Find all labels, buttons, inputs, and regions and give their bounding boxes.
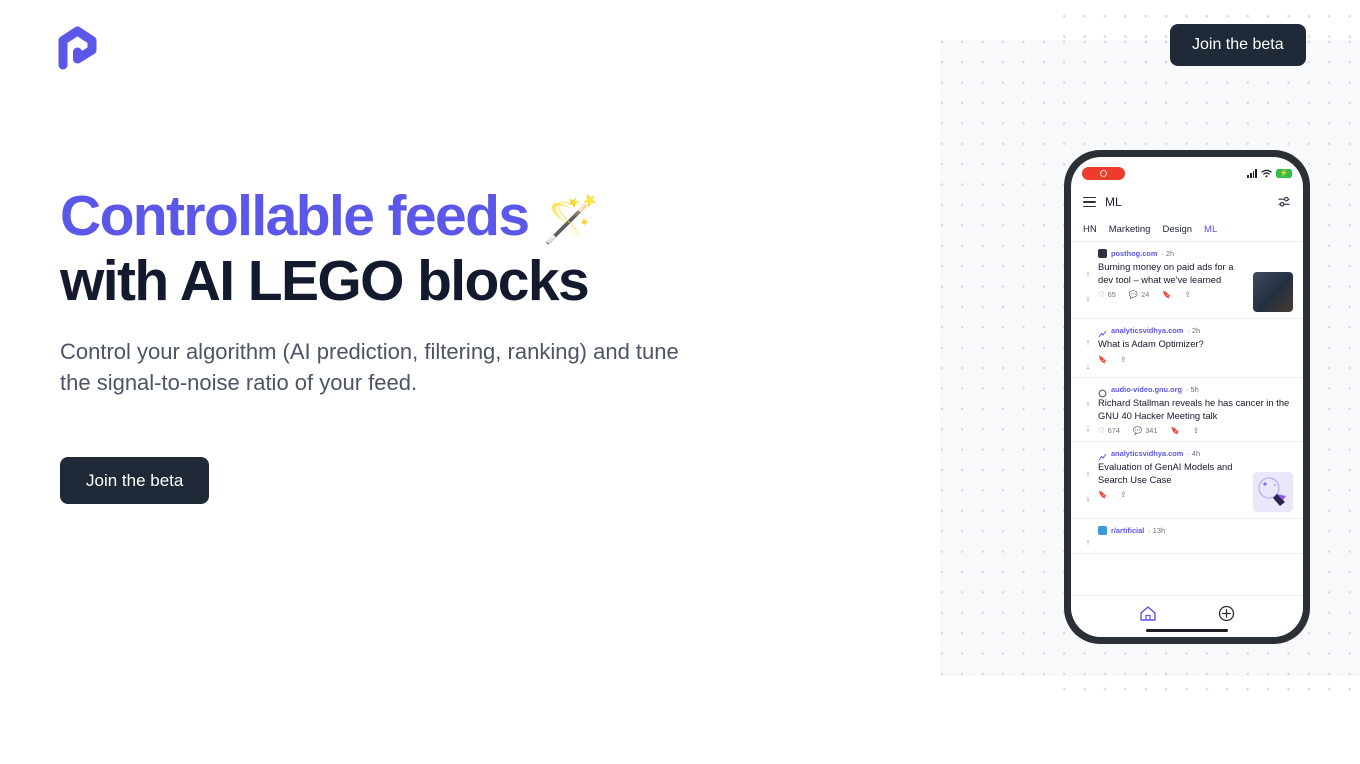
status-icons: ⚡ bbox=[1247, 169, 1292, 178]
bookmark-icon[interactable]: 🔖 bbox=[1162, 290, 1171, 299]
share-icon[interactable]: ⇪ bbox=[1193, 426, 1199, 435]
post-source: analyticsvidhya.com bbox=[1111, 449, 1184, 458]
post-actions: ♡ 65 💬 24 🔖 ⇪ bbox=[1098, 290, 1247, 299]
phone-status-bar: ⚡ bbox=[1071, 157, 1303, 185]
bookmark-icon[interactable]: 🔖 bbox=[1098, 490, 1107, 499]
battery-charging-icon: ⚡ bbox=[1276, 169, 1292, 178]
favicon-icon bbox=[1098, 526, 1107, 535]
brand-logo[interactable] bbox=[56, 22, 100, 72]
post-source: analyticsvidhya.com bbox=[1111, 326, 1184, 335]
upvote-icon[interactable]: ↑ bbox=[1086, 399, 1091, 409]
phone-mockup: ⚡ ML HN Marketing Design ML ↑ ↓ posthog.… bbox=[1064, 150, 1310, 644]
post-thumbnail bbox=[1253, 472, 1293, 512]
post-thumbnail bbox=[1253, 272, 1293, 312]
share-icon[interactable]: ⇪ bbox=[1120, 355, 1126, 364]
upvote-icon[interactable]: ↑ bbox=[1086, 269, 1091, 279]
post-actions: ♡ 674 💬 341 🔖 ⇪ bbox=[1098, 426, 1293, 435]
tab-design[interactable]: Design bbox=[1162, 224, 1192, 235]
landing-page: Join the beta Controllable feeds 🪄 with … bbox=[0, 0, 1360, 764]
post-time: · 13h bbox=[1148, 526, 1166, 535]
vote-controls[interactable]: ↑ ↓ bbox=[1081, 249, 1095, 312]
share-icon[interactable]: ⇪ bbox=[1120, 490, 1126, 499]
headline-line-1: Controllable feeds 🪄 bbox=[60, 185, 700, 250]
magic-wand-icon: 🪄 bbox=[542, 193, 600, 245]
home-indicator bbox=[1146, 628, 1228, 632]
upvote-icon[interactable]: ↑ bbox=[1086, 537, 1091, 547]
favicon-icon bbox=[1098, 449, 1107, 461]
like-action[interactable]: ♡ 674 bbox=[1098, 426, 1120, 435]
post-title[interactable]: Evaluation of GenAI Models and Search Us… bbox=[1098, 461, 1247, 486]
app-title: ML bbox=[1105, 195, 1122, 209]
favicon-icon bbox=[1098, 249, 1107, 258]
post-time: · 4h bbox=[1187, 449, 1201, 458]
page-title: Controllable feeds 🪄 with AI LEGO blocks bbox=[60, 185, 700, 312]
headline-line-1-text: Controllable feeds bbox=[60, 184, 530, 248]
downvote-icon[interactable]: ↓ bbox=[1086, 423, 1091, 433]
list-item[interactable]: ↑ r/artificial · 13h bbox=[1071, 519, 1303, 554]
bottom-navigation bbox=[1071, 595, 1303, 637]
comment-action[interactable]: 💬 24 bbox=[1129, 290, 1149, 299]
post-source: audio-video.gnu.org bbox=[1111, 385, 1183, 394]
feed-list[interactable]: ↑ ↓ posthog.com · 2h Burning money on pa… bbox=[1071, 242, 1303, 595]
favicon-icon bbox=[1098, 326, 1107, 338]
signal-bars-icon bbox=[1247, 169, 1257, 178]
downvote-icon[interactable]: ↓ bbox=[1086, 493, 1091, 503]
post-source: posthog.com bbox=[1111, 249, 1158, 258]
favicon-icon bbox=[1098, 385, 1107, 398]
hero-join-beta-button[interactable]: Join the beta bbox=[60, 457, 210, 504]
phone-screen: ⚡ ML HN Marketing Design ML ↑ ↓ posthog.… bbox=[1071, 157, 1303, 637]
tab-ml[interactable]: ML bbox=[1204, 224, 1217, 235]
post-time: · 2h bbox=[1161, 249, 1175, 258]
downvote-icon[interactable]: ↓ bbox=[1086, 361, 1091, 371]
list-item[interactable]: ↑ ↓ analyticsvidhya.com · 2h What is Ada… bbox=[1071, 319, 1303, 378]
post-title[interactable]: Burning money on paid ads for a dev tool… bbox=[1098, 261, 1247, 286]
vote-controls[interactable]: ↑ ↓ bbox=[1081, 326, 1095, 371]
tab-marketing[interactable]: Marketing bbox=[1109, 224, 1151, 235]
home-icon[interactable] bbox=[1139, 605, 1157, 622]
comment-action[interactable]: 💬 341 bbox=[1133, 426, 1158, 435]
post-title[interactable]: What is Adam Optimizer? bbox=[1098, 338, 1293, 351]
list-item[interactable]: ↑ ↓ posthog.com · 2h Burning money on pa… bbox=[1071, 242, 1303, 319]
post-actions: 🔖 ⇪ bbox=[1098, 490, 1247, 499]
downvote-icon[interactable]: ↓ bbox=[1086, 293, 1091, 303]
sliders-icon[interactable] bbox=[1278, 196, 1291, 208]
vote-controls[interactable]: ↑ bbox=[1081, 526, 1095, 547]
wifi-icon bbox=[1261, 169, 1272, 178]
bookmark-icon[interactable]: 🔖 bbox=[1098, 355, 1107, 364]
vote-controls[interactable]: ↑ ↓ bbox=[1081, 385, 1095, 435]
list-item[interactable]: ↑ ↓ audio-video.gnu.org · 5h Richard Sta… bbox=[1071, 378, 1303, 442]
list-item[interactable]: ↑ ↓ analyticsvidhya.com · 4h Evaluation … bbox=[1071, 442, 1303, 519]
post-source: r/artificial bbox=[1111, 526, 1145, 535]
hero-section: Controllable feeds 🪄 with AI LEGO blocks… bbox=[60, 185, 700, 398]
share-icon[interactable]: ⇪ bbox=[1185, 290, 1191, 299]
feed-tabs: HN Marketing Design ML bbox=[1071, 217, 1303, 242]
headline-line-2: with AI LEGO blocks bbox=[60, 249, 590, 313]
header-join-beta-button[interactable]: Join the beta bbox=[1170, 24, 1306, 66]
vote-controls[interactable]: ↑ ↓ bbox=[1081, 449, 1095, 512]
tab-hn[interactable]: HN bbox=[1083, 224, 1097, 235]
upvote-icon[interactable]: ↑ bbox=[1086, 469, 1091, 479]
bookmark-icon[interactable]: 🔖 bbox=[1171, 426, 1180, 435]
post-time: · 2h bbox=[1187, 326, 1201, 335]
post-time: · 5h bbox=[1186, 385, 1199, 394]
like-action[interactable]: ♡ 65 bbox=[1098, 290, 1116, 299]
app-header: ML bbox=[1071, 187, 1303, 217]
post-title[interactable]: Richard Stallman reveals he has cancer i… bbox=[1098, 397, 1293, 422]
plus-circle-icon[interactable] bbox=[1218, 605, 1235, 622]
hero-subtitle: Control your algorithm (AI prediction, f… bbox=[60, 339, 679, 395]
upvote-icon[interactable]: ↑ bbox=[1086, 337, 1091, 347]
record-pill-icon bbox=[1082, 167, 1125, 180]
post-actions: 🔖 ⇪ bbox=[1098, 355, 1293, 364]
hamburger-menu-icon[interactable] bbox=[1083, 196, 1096, 208]
